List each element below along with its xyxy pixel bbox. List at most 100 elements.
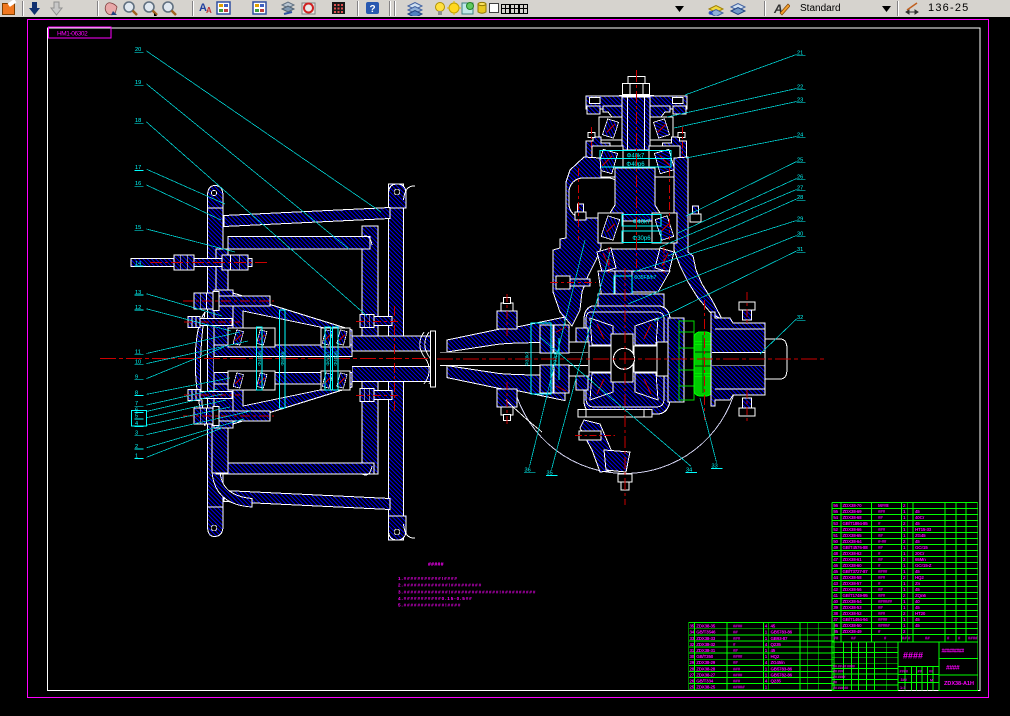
- svg-text:1:3: 1:3: [900, 686, 906, 690]
- svg-text:45: 45: [915, 623, 920, 628]
- svg-text:##: ##: [878, 557, 883, 562]
- svg-text:40: 40: [833, 599, 838, 604]
- svg-text:ZDX38-52: ZDX38-52: [843, 611, 863, 616]
- svg-text:45: 45: [915, 539, 920, 544]
- svg-text:65Mn: 65Mn: [915, 557, 926, 562]
- svg-text:56: 56: [833, 503, 838, 508]
- svg-text:39: 39: [833, 605, 838, 610]
- svg-text:45: 45: [915, 509, 920, 514]
- svg-text:ZDX38-60: ZDX38-60: [843, 563, 863, 568]
- svg-text:ZDX38-32: ZDX38-32: [696, 642, 716, 647]
- svg-text:##: ##: [733, 660, 738, 665]
- svg-text:3##: 3##: [901, 678, 908, 682]
- svg-text:20Cr: 20Cr: [915, 551, 925, 556]
- svg-text:ZDX38-61: ZDX38-61: [843, 557, 863, 562]
- svg-text:ZDX38-68: ZDX38-68: [843, 515, 863, 520]
- svg-text:ZDX38-58: ZDX38-58: [843, 575, 863, 580]
- svg-text:40Cr: 40Cr: [915, 515, 925, 520]
- svg-text:41: 41: [833, 593, 838, 598]
- svg-text:54: 54: [833, 515, 838, 520]
- svg-text:####: ####: [733, 654, 743, 659]
- svg-text:ZDX38-65: ZDX38-65: [843, 533, 863, 538]
- svg-text:ZDX38-25: ZDX38-25: [696, 685, 716, 690]
- svg-text:GB/T1494-94: GB/T1494-94: [843, 617, 869, 622]
- svg-text:##: ##: [878, 533, 883, 538]
- svg-text:45: 45: [771, 624, 776, 629]
- svg-text:## ###: ## ###: [833, 670, 845, 674]
- svg-text:## ### ##: ## ### ##: [833, 686, 849, 690]
- svg-text:####: ####: [878, 617, 888, 622]
- svg-text:30: 30: [690, 654, 695, 659]
- svg-text:######: ######: [878, 599, 893, 604]
- svg-text:ZDX38-69: ZDX38-69: [843, 509, 863, 514]
- svg-text:Φ40k7: Φ40k7: [633, 219, 651, 225]
- svg-text:55: 55: [833, 509, 838, 514]
- svg-text:ZDX38-57: ZDX38-57: [843, 581, 863, 586]
- svg-text:47: 47: [833, 557, 838, 562]
- svg-text:ZG45/n: ZG45/n: [771, 660, 786, 665]
- svg-text:ZDX38-56: ZDX38-56: [843, 587, 863, 592]
- svg-text:####: ####: [878, 569, 888, 574]
- svg-text:GB/T1894-85: GB/T1894-85: [843, 521, 869, 526]
- svg-text:####: ####: [900, 670, 909, 674]
- svg-text:26: 26: [690, 679, 695, 684]
- svg-text:HT15-33: HT15-33: [915, 527, 932, 532]
- svg-text:ZDX38-70: ZDX38-70: [843, 503, 863, 508]
- svg-text:###: ###: [878, 575, 886, 580]
- svg-text:##: ##: [902, 636, 907, 641]
- svg-text:ZG45: ZG45: [915, 533, 926, 538]
- svg-text:###: ###: [733, 666, 741, 671]
- svg-text:ZDX38-49: ZDX38-49: [843, 629, 863, 634]
- svg-text:##: ##: [851, 636, 856, 641]
- svg-text:ZDX38-27: ZDX38-27: [696, 672, 716, 677]
- svg-text:42: 42: [833, 587, 838, 592]
- svg-text:44: 44: [833, 575, 838, 580]
- svg-text:48: 48: [833, 551, 838, 556]
- svg-text:#####: #####: [428, 562, 444, 568]
- svg-text:#########: #########: [942, 649, 965, 655]
- svg-text:32: 32: [690, 642, 695, 647]
- svg-text:##: ##: [878, 545, 883, 550]
- svg-text:ZDX38-54: ZDX38-54: [843, 599, 863, 604]
- svg-text:##: ##: [733, 648, 738, 653]
- svg-text:ZQn6: ZQn6: [915, 593, 926, 598]
- svg-text:GB5782-86: GB5782-86: [771, 672, 793, 677]
- svg-text:##: ##: [878, 605, 883, 610]
- svg-text:HQ2: HQ2: [771, 654, 780, 659]
- svg-text:ZDX38-62: ZDX38-62: [843, 551, 863, 556]
- svg-text:ZDX38-53: ZDX38-53: [843, 605, 863, 610]
- svg-text:#####: #####: [733, 685, 745, 690]
- svg-text:45: 45: [833, 569, 838, 574]
- svg-text:####: ####: [733, 624, 743, 629]
- svg-text:####: ####: [968, 636, 978, 641]
- svg-text:50: 50: [833, 539, 838, 544]
- svg-text:Q235: Q235: [771, 679, 782, 684]
- svg-text:Q235: Q235: [771, 642, 782, 647]
- svg-text:35: 35: [690, 624, 695, 629]
- svg-text:GB93-87: GB93-87: [771, 636, 789, 641]
- svg-text:ZDX38-64: ZDX38-64: [843, 539, 863, 544]
- svg-text:Φ40p6: Φ40p6: [257, 351, 263, 366]
- svg-text:M: M: [930, 679, 933, 683]
- svg-text:#-##: #-##: [878, 539, 887, 544]
- svg-text:34: 34: [690, 630, 695, 635]
- svg-text:###: ###: [878, 509, 886, 514]
- svg-text:ZDX38-66: ZDX38-66: [843, 527, 863, 532]
- svg-text:3.#############!##############: 3.#############!##############!#########…: [398, 589, 536, 594]
- svg-text:52: 52: [833, 527, 838, 532]
- svg-text:###: ###: [878, 593, 886, 598]
- svg-text:##: ##: [733, 630, 738, 635]
- svg-text:2.#############!#########: 2.#############!#########: [398, 583, 482, 588]
- svg-text:## ####: ## ####: [833, 675, 846, 679]
- svg-text:###: ###: [878, 611, 886, 616]
- svg-text:46: 46: [833, 563, 838, 568]
- svg-text:37: 37: [833, 617, 838, 622]
- svg-text:####: ####: [903, 651, 923, 661]
- svg-text:?: ?: [369, 4, 375, 15]
- svg-text:45: 45: [915, 587, 920, 592]
- svg-text:##: ##: [925, 636, 930, 641]
- svg-text:4.###########0.15-0.5##: 4.###########0.15-0.5##: [398, 596, 473, 601]
- svg-text:ZDX38-35: ZDX38-35: [696, 624, 716, 629]
- svg-text:1.###########!####: 1.###########!####: [398, 576, 458, 581]
- svg-text:25: 25: [690, 685, 695, 690]
